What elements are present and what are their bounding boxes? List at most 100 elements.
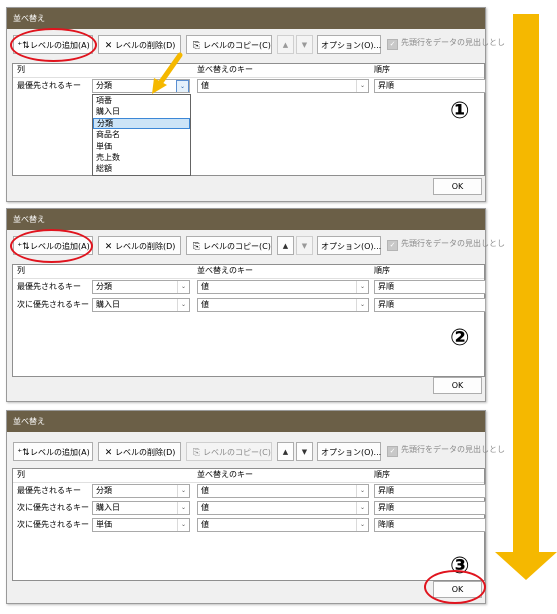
column-select[interactable]: 分類 ⌄ <box>92 280 190 294</box>
sort-key-select[interactable]: 値 ⌄ <box>197 79 369 93</box>
ok-button[interactable]: OK <box>433 178 482 195</box>
chevron-down-icon[interactable]: ⌄ <box>177 502 189 514</box>
sort-level-row[interactable]: 次に優先されるキー 購入日 ⌄ 値 ⌄ 昇順 <box>13 298 486 316</box>
dialog-title: 並べ替え <box>7 209 485 230</box>
column-header-col: 列 <box>17 470 25 479</box>
column-header-col: 列 <box>17 65 25 74</box>
column-select[interactable]: 購入日 ⌄ <box>92 298 190 312</box>
order-select[interactable]: 昇順 <box>374 280 486 294</box>
move-down-button[interactable]: ▼ <box>296 35 313 54</box>
chevron-down-icon[interactable]: ⌄ <box>356 519 368 531</box>
level-label: 最優先されるキー <box>17 282 81 291</box>
column-header-key: 並べ替えのキー <box>197 266 253 275</box>
highlight-ring <box>10 28 97 62</box>
copy-level-button[interactable]: ⎘ レベルのコピー(C) <box>186 236 272 255</box>
sort-level-row[interactable]: 次に優先されるキー 購入日 ⌄ 値 ⌄ 昇順 <box>13 501 486 519</box>
options-button[interactable]: オプション(O)... <box>317 442 381 461</box>
move-up-button[interactable]: ▲ <box>277 442 294 461</box>
options-button[interactable]: オプション(O)... <box>317 236 381 255</box>
chevron-down-icon[interactable]: ⌄ <box>356 281 368 293</box>
sort-key-select[interactable]: 値 ⌄ <box>197 298 369 312</box>
dropdown-option[interactable]: 商品名 <box>93 129 190 140</box>
dropdown-option-selected[interactable]: 分類 <box>93 117 190 130</box>
dropdown-option[interactable]: 単価 <box>93 141 190 152</box>
sort-level-grid: 列 並べ替えのキー 順序 最優先されるキー 分類 ⌄ 値 ⌄ 昇順 次に優先され… <box>12 468 486 581</box>
dialog-title: 並べ替え <box>7 8 485 29</box>
sort-level-row[interactable]: 最優先されるキー 分類 ⌄ 値 ⌄ 昇順 <box>13 484 486 502</box>
grid-header: 列 並べ替えのキー 順序 <box>13 265 484 279</box>
highlight-ring <box>424 570 486 604</box>
header-row-checkbox[interactable]: ✓ 先頭行をデータの見出しとし <box>387 37 505 50</box>
copy-icon: ⎘ <box>192 41 201 51</box>
step-number: ② <box>450 325 470 351</box>
dropdown-option[interactable]: 項番 <box>93 95 190 106</box>
column-select[interactable]: 購入日 ⌄ <box>92 501 190 515</box>
checkbox-check-icon: ✓ <box>387 446 398 457</box>
column-select[interactable]: 分類 ⌄ <box>92 484 190 498</box>
column-header-order: 順序 <box>374 470 390 479</box>
header-row-checkbox[interactable]: ✓ 先頭行をデータの見出しとし <box>387 444 505 457</box>
move-down-button[interactable]: ▼ <box>296 236 313 255</box>
checkbox-check-icon: ✓ <box>387 39 398 50</box>
dropdown-option[interactable]: 売上数 <box>93 152 190 163</box>
chevron-down-icon[interactable]: ⌄ <box>177 299 189 311</box>
chevron-down-icon[interactable]: ⌄ <box>177 485 189 497</box>
sort-key-select[interactable]: 値 ⌄ <box>197 501 369 515</box>
dialog-toolbar: ⁺⇅レベルの追加(A) ✕ レベルの削除(D) ⎘ レベルのコピー(C) ▲ ▼ オ… <box>7 442 505 464</box>
step-number: ① <box>450 98 470 124</box>
delete-level-button[interactable]: ✕ レベルの削除(D) <box>98 236 181 255</box>
column-header-key: 並べ替えのキー <box>197 470 253 479</box>
dropdown-option[interactable]: 総額 <box>93 163 190 174</box>
add-level-button[interactable]: ⁺⇅レベルの追加(A) <box>13 442 93 461</box>
order-select[interactable]: 昇順 <box>374 79 486 93</box>
order-select[interactable]: 昇順 <box>374 501 486 515</box>
chevron-down-icon[interactable]: ⌄ <box>356 299 368 311</box>
order-select[interactable]: 降順 <box>374 518 486 532</box>
dialog-title: 並べ替え <box>7 411 485 432</box>
sort-level-row[interactable]: 次に優先されるキー 単価 ⌄ 値 ⌄ 降順 <box>13 518 486 536</box>
ok-button[interactable]: OK <box>433 377 482 394</box>
chevron-down-icon[interactable]: ⌄ <box>356 502 368 514</box>
chevron-down-icon[interactable]: ⌄ <box>356 485 368 497</box>
flow-down-arrow <box>495 14 557 580</box>
sort-key-select[interactable]: 値 ⌄ <box>197 484 369 498</box>
copy-icon: ⎘ <box>192 242 201 252</box>
level-label: 最優先されるキー <box>17 81 81 90</box>
chevron-down-icon[interactable]: ⌄ <box>177 519 189 531</box>
sort-dialog-3: 並べ替え ⁺⇅レベルの追加(A) ✕ レベルの削除(D) ⎘ レベルのコピー(C) … <box>6 410 505 604</box>
chevron-down-icon[interactable]: ⌄ <box>356 80 368 92</box>
sort-key-select[interactable]: 値 ⌄ <box>197 280 369 294</box>
order-select[interactable]: 昇順 <box>374 298 486 312</box>
move-up-button[interactable]: ▲ <box>277 35 294 54</box>
chevron-down-icon[interactable]: ⌄ <box>177 281 189 293</box>
level-label: 次に優先されるキー <box>17 300 89 309</box>
level-label: 次に優先されるキー <box>17 520 89 529</box>
header-row-checkbox[interactable]: ✓ 先頭行をデータの見出しとし <box>387 238 505 251</box>
column-dropdown-list[interactable]: 項番 購入日 分類 商品名 単価 売上数 総額 <box>92 94 191 176</box>
grid-header: 列 並べ替えのキー 順序 <box>13 64 484 78</box>
delete-icon: ✕ <box>104 41 113 51</box>
checkbox-check-icon: ✓ <box>387 240 398 251</box>
add-level-icon: ⁺⇅ <box>17 448 30 458</box>
column-header-key: 並べ替えのキー <box>197 65 253 74</box>
dropdown-option[interactable]: 購入日 <box>93 106 190 117</box>
sort-level-row[interactable]: 最優先されるキー 分類 ⌄ 値 ⌄ 昇順 <box>13 280 486 298</box>
column-select[interactable]: 単価 ⌄ <box>92 518 190 532</box>
column-header-col: 列 <box>17 266 25 275</box>
move-up-button[interactable]: ▲ <box>277 236 294 255</box>
delete-level-button[interactable]: ✕ レベルの削除(D) <box>98 442 181 461</box>
copy-level-button[interactable]: ⎘ レベルのコピー(C) <box>186 442 272 461</box>
options-button[interactable]: オプション(O)... <box>317 35 381 54</box>
sort-level-row[interactable]: 最優先されるキー 分類 ⌄ 値 ⌄ 昇順 <box>13 79 486 97</box>
column-header-order: 順序 <box>374 266 390 275</box>
highlight-ring <box>10 229 93 263</box>
column-header-order: 順序 <box>374 65 390 74</box>
move-down-button[interactable]: ▼ <box>296 442 313 461</box>
sort-key-select[interactable]: 値 ⌄ <box>197 518 369 532</box>
order-select[interactable]: 昇順 <box>374 484 486 498</box>
grid-header: 列 並べ替えのキー 順序 <box>13 469 484 483</box>
pointer-arrow <box>152 52 183 94</box>
copy-level-button[interactable]: ⎘ レベルのコピー(C) <box>186 35 272 54</box>
sort-level-grid: 列 並べ替えのキー 順序 最優先されるキー 分類 ⌄ 値 ⌄ 昇順 項番 購入日… <box>12 63 486 176</box>
delete-icon: ✕ <box>104 242 113 252</box>
